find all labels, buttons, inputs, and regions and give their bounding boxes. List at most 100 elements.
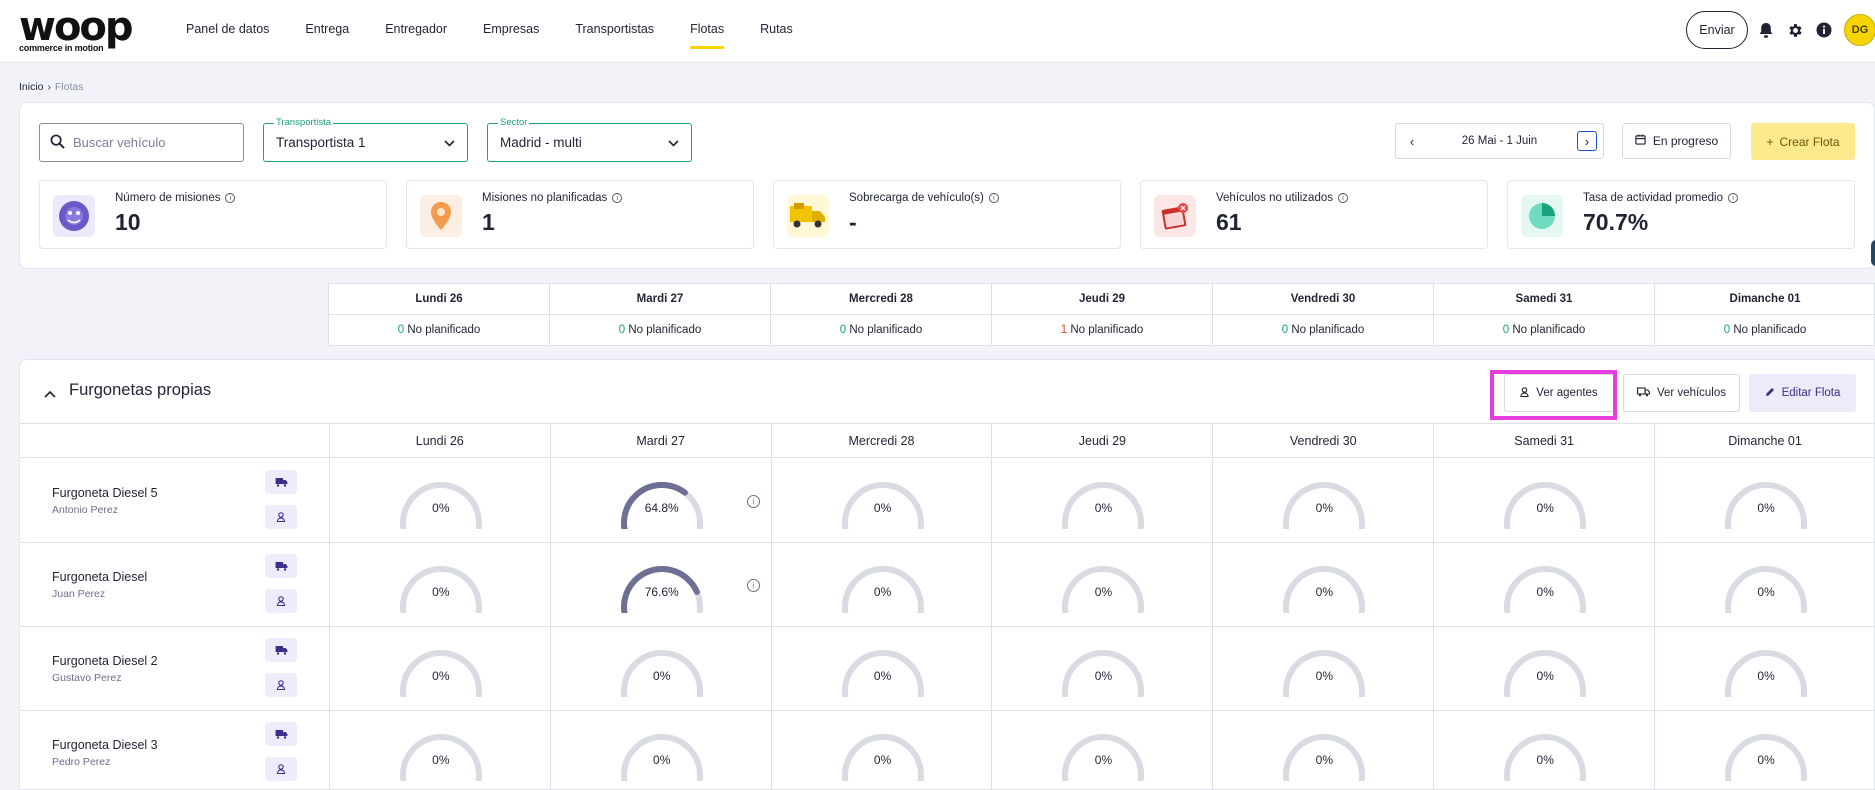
day-activity-cell[interactable]: 0% [1655,627,1875,716]
kpi-missions: Número de misiones i 10 [39,180,387,249]
chevron-up-icon[interactable] [44,386,58,400]
summary-unplanned[interactable]: 1 No planificado [992,315,1212,346]
info-icon[interactable]: i [746,579,760,592]
info-icon[interactable]: i [988,193,999,203]
vehicle-name[interactable]: Furgoneta Diesel 3 [52,738,158,752]
send-button[interactable]: Enviar [1686,11,1748,49]
vehicle-details-button[interactable] [265,554,297,578]
agent-details-button[interactable] [265,673,297,697]
activity-gauge: 0% [1500,561,1590,632]
create-fleet-button[interactable]: + Crear Flota [1751,123,1855,160]
gauge-percent: 0% [1757,501,1775,515]
breadcrumb-home[interactable]: Inicio [19,81,44,93]
agent-name[interactable]: Antonio Perez [52,504,118,516]
agent-name[interactable]: Juan Perez [52,588,105,600]
day-activity-cell[interactable]: 0% [1655,543,1875,632]
vehicle-name[interactable]: Furgoneta Diesel [52,570,147,584]
nav-item-panel-de-datos[interactable]: Panel de datos [168,0,287,63]
nav-item-transportistas[interactable]: Transportistas [557,0,672,63]
day-activity-cell[interactable]: 0% [330,543,551,632]
activity-gauge: 0% [1500,645,1590,716]
previous-week-button[interactable]: ‹ [1402,131,1422,151]
gear-icon[interactable] [1786,21,1804,39]
info-icon[interactable]: i [746,495,760,508]
fleet-title: Furgonetas propias [69,381,212,399]
day-activity-cell[interactable]: 0% [330,711,551,790]
vehicle-name[interactable]: Furgoneta Diesel 5 [52,486,158,500]
unplanned-count: 0 [1723,324,1731,336]
vehicle-details-button[interactable] [265,470,297,494]
nav-item-flotas[interactable]: Flotas [672,0,742,63]
gauge-percent: 0% [1536,501,1554,515]
agent-name[interactable]: Gustavo Perez [52,672,121,684]
info-icon[interactable]: i [1728,193,1738,203]
summary-unplanned[interactable]: 0 No planificado [329,315,549,346]
day-activity-cell[interactable]: 0% [330,627,551,716]
day-activity-cell[interactable]: 0% [330,459,551,548]
day-activity-cell[interactable]: 0% [992,627,1214,716]
next-week-button[interactable]: › [1577,131,1597,151]
gauge-percent: 0% [1094,585,1113,599]
edit-fleet-button[interactable]: Editar Flota [1749,374,1856,412]
day-activity-cell[interactable]: 0% [1655,711,1875,790]
day-activity-cell[interactable]: 76.6% i [551,543,772,632]
summary-unplanned[interactable]: 0 No planificado [1434,315,1654,346]
info-icon[interactable]: i [612,193,623,203]
day-activity-cell[interactable]: 0% [551,711,772,790]
info-icon[interactable]: i [1338,193,1348,203]
day-activity-cell[interactable]: 0% [1213,543,1435,632]
user-avatar[interactable]: DG [1844,14,1875,46]
vehicle-details-button[interactable] [265,722,297,746]
summary-day-cell: Vendredi 30 0 No planificado [1213,284,1434,346]
summary-unplanned[interactable]: 0 No planificado [771,315,991,346]
activity-gauge: 0% [1721,729,1811,790]
nav-item-entrega[interactable]: Entrega [287,0,367,63]
day-activity-cell[interactable]: 0% [1434,459,1656,548]
summary-unplanned[interactable]: 0 No planificado [1655,315,1875,346]
day-activity-cell[interactable]: 0% [551,627,772,716]
day-activity-cell[interactable]: 0% [1213,711,1435,790]
vehicle-name[interactable]: Furgoneta Diesel 2 [52,654,158,668]
sector-select[interactable]: Sector Madrid - multi [487,117,692,162]
summary-unplanned[interactable]: 0 No planificado [550,315,770,346]
in-progress-button[interactable]: En progreso [1622,123,1731,159]
carrier-select[interactable]: Transportista Transportista 1 [263,117,468,162]
kpi-unplanned-title-row: Misiones no planificadas i [482,192,623,204]
kpi-unplanned-value: 1 [482,209,495,235]
vehicle-search[interactable] [39,123,244,162]
bell-icon[interactable] [1757,21,1775,39]
agent-details-button[interactable] [265,589,297,613]
vehicle-details-button[interactable] [265,638,297,662]
day-activity-cell[interactable]: 0% [1213,627,1435,716]
agent-name[interactable]: Pedro Perez [52,756,110,768]
agent-details-button[interactable] [265,505,297,529]
day-activity-cell[interactable]: 0% [1434,543,1656,632]
day-activity-cell[interactable]: 0% [992,459,1214,548]
nav-item-rutas[interactable]: Rutas [742,0,811,63]
nav-item-entregador[interactable]: Entregador [367,0,465,63]
search-input[interactable] [73,135,233,150]
truck-icon [1637,386,1650,400]
day-activity-cell[interactable]: 0% [1213,459,1435,548]
activity-gauge: 64.8% [617,477,707,548]
summary-unplanned[interactable]: 0 No planificado [1213,315,1433,346]
side-scroll-handle[interactable] [1871,240,1875,266]
info-icon[interactable]: i [225,193,236,203]
day-activity-cell[interactable]: 0% [1655,459,1875,548]
woop-logo[interactable]: woop commerce in motion [19,7,139,54]
day-activity-cell[interactable]: 0% [1434,711,1656,790]
view-vehicles-button[interactable]: Ver vehículos [1623,374,1740,412]
day-activity-cell[interactable]: 0% [1434,627,1656,716]
day-activity-cell[interactable]: 0% [772,627,993,716]
day-activity-cell[interactable]: 0% [772,543,993,632]
nav-item-empresas[interactable]: Empresas [465,0,557,63]
kpi-missions-title-row: Número de misiones i [115,192,236,204]
day-activity-cell[interactable]: 0% [992,711,1214,790]
day-activity-cell[interactable]: 64.8% i [551,459,772,548]
info-icon[interactable] [1815,21,1833,39]
agent-details-button[interactable] [265,757,297,781]
day-activity-cell[interactable]: 0% [772,711,993,790]
kpi-unused-value: 61 [1216,209,1242,235]
day-activity-cell[interactable]: 0% [772,459,993,548]
day-activity-cell[interactable]: 0% [992,543,1214,632]
